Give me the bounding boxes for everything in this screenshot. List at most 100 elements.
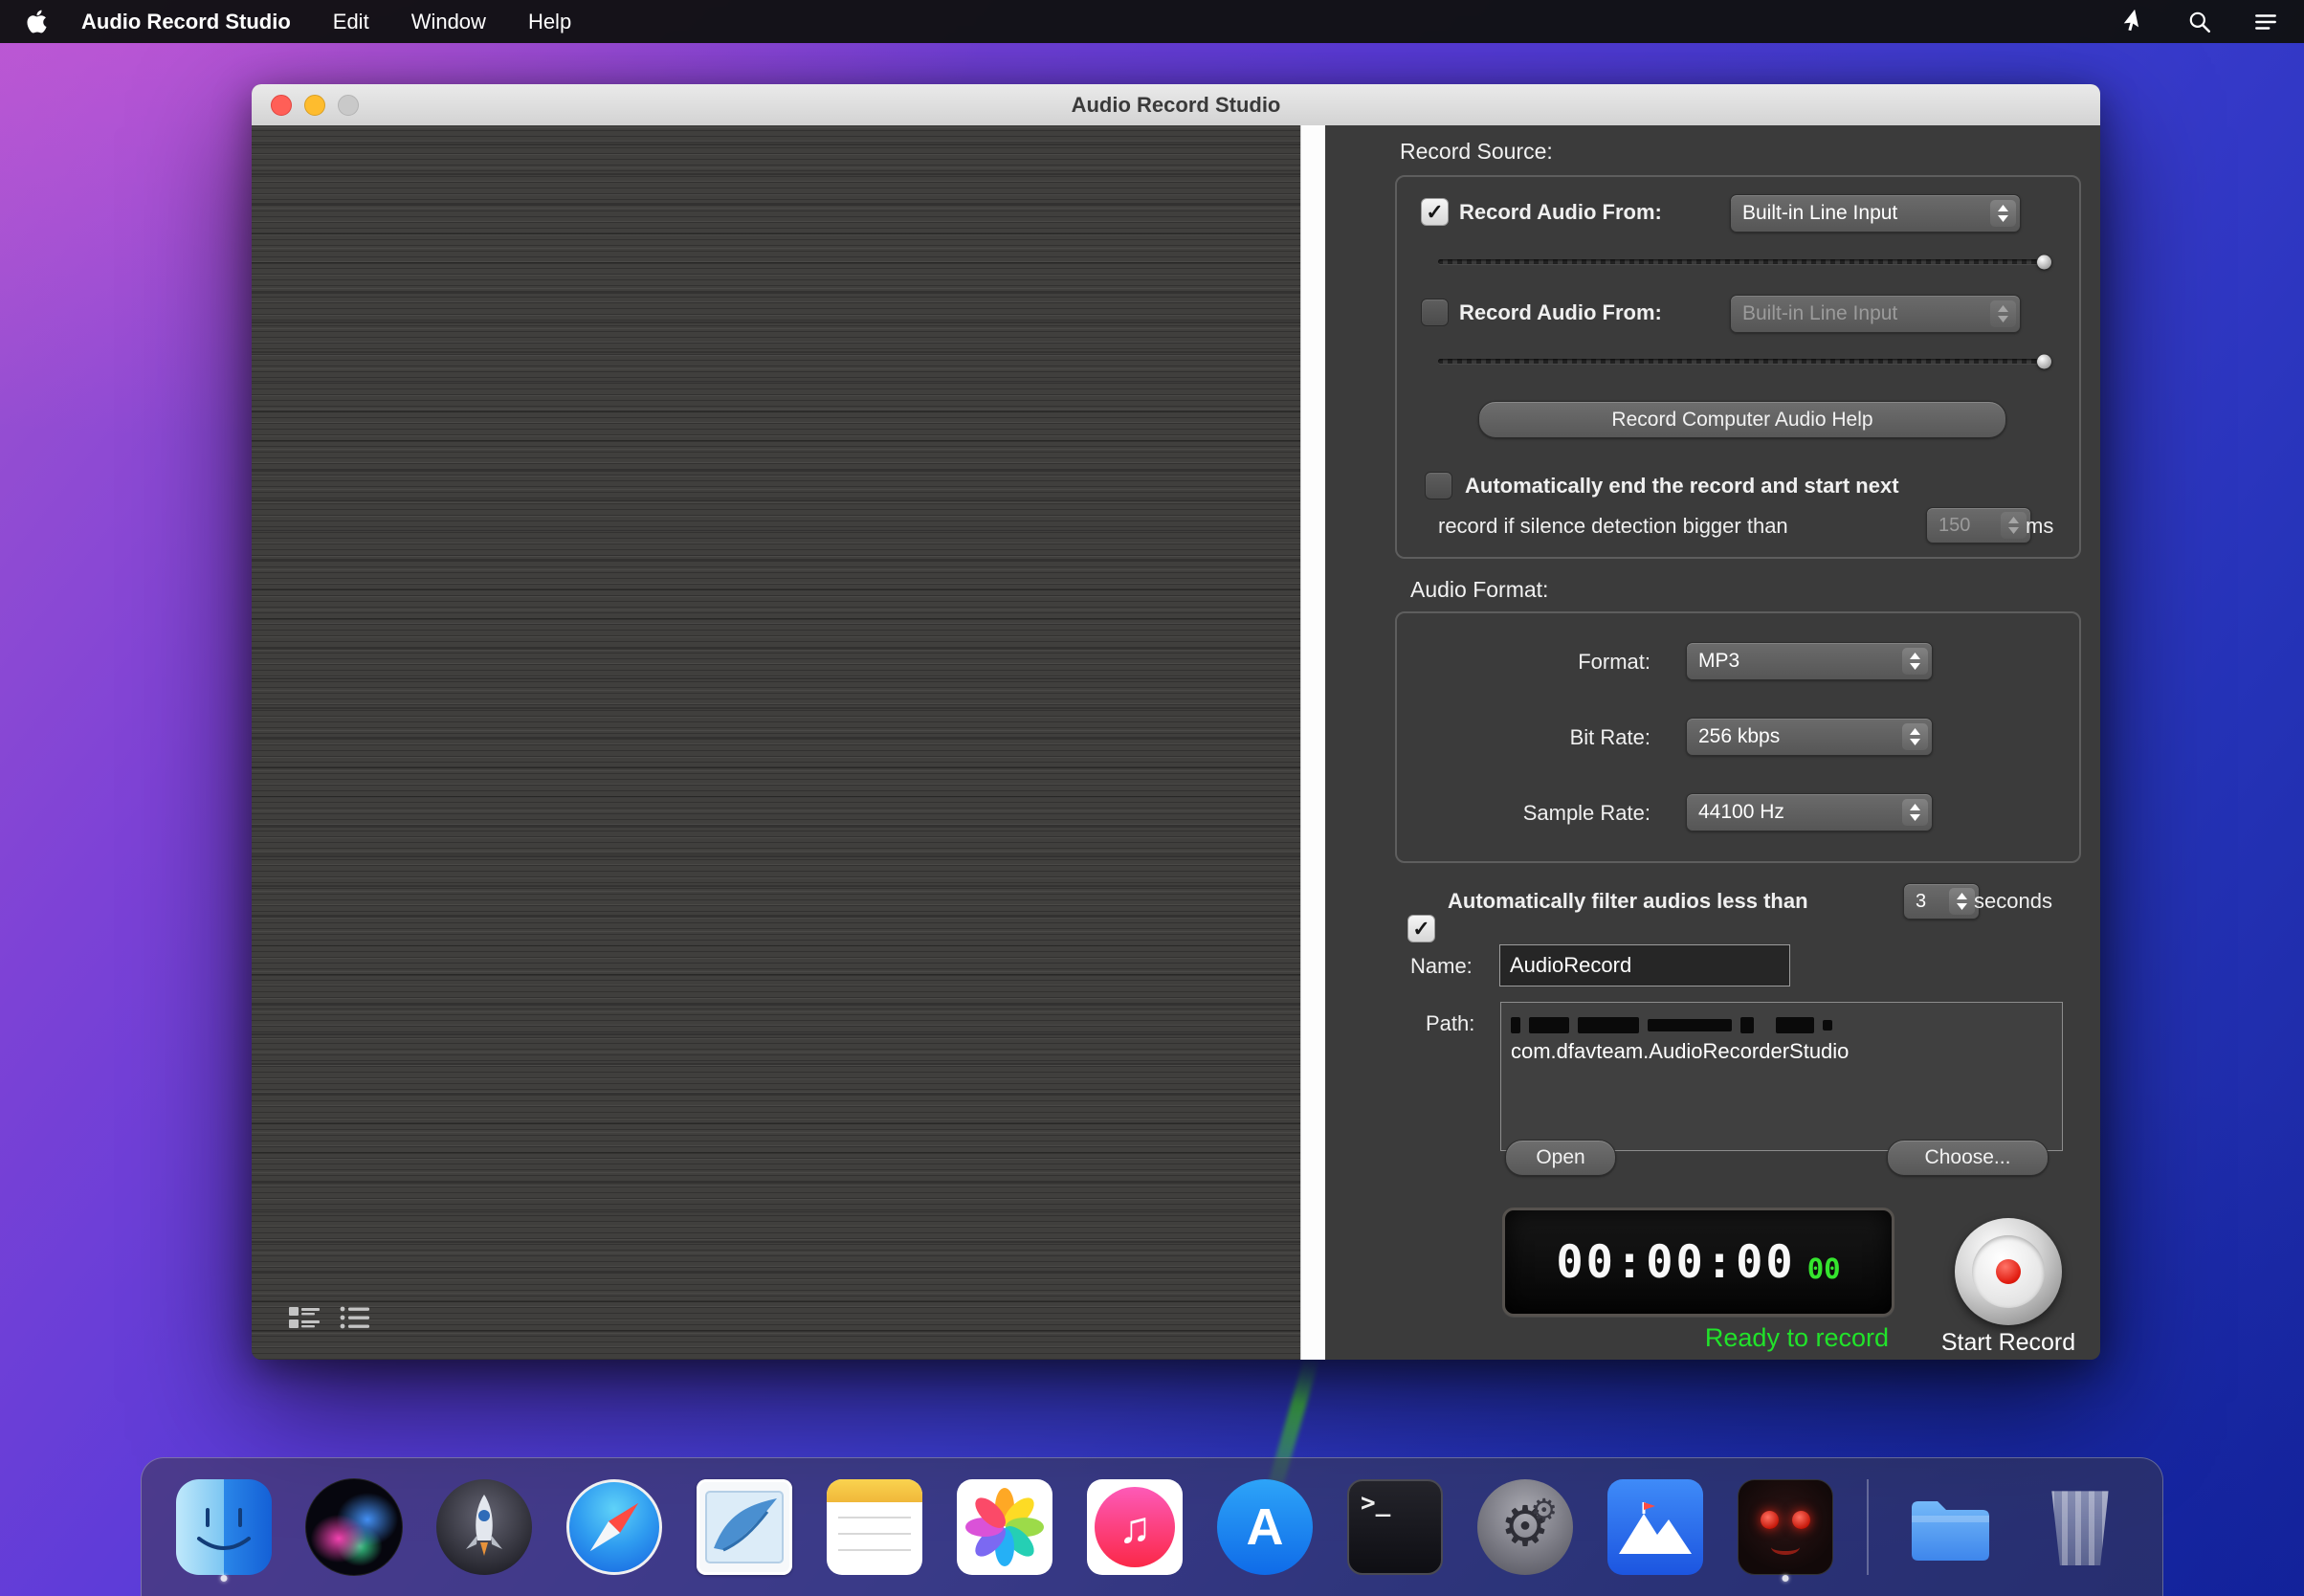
audio-record-studio-window: Audio Record Studio Record Source: — [252, 84, 2100, 1360]
dock: ♫ A >_ ⚙⚙ — [141, 1457, 2163, 1596]
bit-rate-dropdown[interactable]: 256 kbps — [1686, 718, 1933, 756]
dock-item-developer-app[interactable] — [1606, 1471, 1704, 1584]
pointer-icon[interactable] — [2122, 10, 2147, 34]
record-dot-icon — [1996, 1259, 2021, 1284]
dock-item-app-store[interactable]: A — [1216, 1471, 1314, 1584]
dock-item-photos[interactable] — [956, 1471, 1053, 1584]
dock-item-terminal[interactable]: >_ — [1346, 1471, 1444, 1584]
mountains-app-icon — [1607, 1479, 1703, 1575]
auto-end-unit: ms — [2026, 514, 2053, 539]
record-computer-audio-help-button[interactable]: Record Computer Audio Help — [1478, 401, 2006, 438]
menubar-app-name[interactable]: Audio Record Studio — [81, 10, 291, 34]
trash-icon — [2032, 1479, 2128, 1575]
search-icon[interactable] — [2187, 10, 2212, 34]
window-title: Audio Record Studio — [1072, 93, 1281, 118]
apple-menu[interactable] — [25, 10, 49, 33]
timer-display: 00:00:00 00 — [1502, 1208, 1894, 1317]
dock-item-utility[interactable]: ⚙⚙ — [1476, 1471, 1574, 1584]
record-source-1-label: Record Audio From: — [1459, 200, 1662, 225]
path-box[interactable]: com.dfavteam.AudioRecorderStudio — [1500, 1002, 2063, 1151]
dock-item-trash[interactable] — [2031, 1471, 2129, 1584]
music-icon: ♫ — [1087, 1479, 1183, 1575]
music-note-icon: ♫ — [1095, 1487, 1175, 1567]
record-source-1-dropdown[interactable]: Built-in Line Input — [1730, 194, 2021, 233]
silence-threshold-dropdown[interactable]: 150 — [1926, 507, 2031, 543]
zoom-button[interactable] — [338, 95, 359, 116]
start-record-button[interactable] — [1955, 1218, 2062, 1325]
timer-time: 00:00:00 — [1556, 1236, 1795, 1289]
status-text: Ready to record — [1502, 1323, 1889, 1353]
dock-item-audio-record-studio[interactable] — [1737, 1471, 1834, 1584]
running-indicator — [221, 1575, 228, 1582]
menu-window[interactable]: Window — [411, 10, 486, 34]
stepper-arrows-icon — [2001, 512, 2027, 539]
stepper-arrows-icon — [1902, 723, 1928, 750]
minimize-button[interactable] — [304, 95, 325, 116]
choose-button[interactable]: Choose... — [1887, 1140, 2049, 1176]
slider-knob[interactable] — [2037, 255, 2051, 269]
record-source-2-label: Record Audio From: — [1459, 300, 1662, 325]
auto-filter-label: Automatically filter audios less than — [1448, 889, 1808, 914]
dock-separator — [1867, 1479, 1869, 1575]
sample-rate-label: Sample Rate: — [1421, 801, 1650, 826]
dock-item-finder[interactable] — [175, 1471, 273, 1584]
dock-item-notes[interactable] — [826, 1471, 923, 1584]
dock-item-siri[interactable] — [305, 1471, 403, 1584]
record-source-2-checkbox[interactable] — [1421, 299, 1449, 326]
auto-end-checkbox[interactable] — [1425, 472, 1452, 499]
traffic-lights — [271, 84, 359, 125]
sample-rate-dropdown[interactable]: 44100 Hz — [1686, 793, 1933, 831]
name-input[interactable]: AudioRecord — [1499, 944, 1790, 986]
audio-record-studio-icon — [1738, 1479, 1833, 1575]
stepper-arrows-icon — [1902, 648, 1928, 675]
menu-edit[interactable]: Edit — [333, 10, 369, 34]
screen: Audio Record Studio Edit Window Help Aud… — [0, 0, 2304, 1596]
list-icon[interactable] — [2252, 10, 2279, 34]
bit-rate-label: Bit Rate: — [1421, 725, 1650, 750]
stepper-arrows-icon — [1990, 300, 2016, 327]
menu-help[interactable]: Help — [528, 10, 571, 34]
record-source-groupbox — [1395, 175, 2081, 559]
red-mouth-icon — [1771, 1540, 1800, 1555]
view-toggles — [288, 1305, 370, 1335]
grid-view-icon[interactable] — [288, 1305, 321, 1335]
recordings-list-area[interactable] — [252, 125, 1300, 1360]
control-panel: Record Source: Record Audio From: Built-… — [1325, 125, 2100, 1360]
close-button[interactable] — [271, 95, 292, 116]
auto-filter-unit: seconds — [1974, 889, 2052, 914]
name-label: Name: — [1410, 954, 1473, 979]
timer-frames: 00 — [1807, 1252, 1841, 1285]
app-store-icon: A — [1217, 1479, 1313, 1575]
audio-format-section-label: Audio Format: — [1410, 577, 1548, 603]
list-view-icon[interactable] — [340, 1305, 370, 1335]
launchpad-icon — [436, 1479, 532, 1575]
format-label: Format: — [1421, 650, 1650, 675]
red-eye-icon — [1761, 1511, 1779, 1529]
record-source-2-dropdown[interactable]: Built-in Line Input — [1730, 295, 2021, 333]
format-dropdown[interactable]: MP3 — [1686, 642, 1933, 680]
terminal-icon: >_ — [1347, 1479, 1443, 1575]
record-source-section-label: Record Source: — [1400, 139, 1553, 165]
dock-item-mail[interactable] — [696, 1471, 793, 1584]
window-title-bar[interactable]: Audio Record Studio — [252, 84, 2100, 126]
auto-filter-checkbox[interactable] — [1407, 915, 1435, 942]
dock-item-launchpad[interactable] — [435, 1471, 533, 1584]
red-eye-icon — [1792, 1511, 1810, 1529]
filter-seconds-dropdown[interactable]: 3 — [1903, 883, 1980, 920]
slider-knob[interactable] — [2037, 354, 2051, 368]
vertical-scrollbar[interactable] — [1300, 125, 1326, 1360]
path-label: Path: — [1426, 1011, 1474, 1036]
dock-item-folder[interactable] — [1901, 1471, 1999, 1584]
stepper-arrows-icon — [1902, 799, 1928, 826]
record-source-2-level-slider[interactable] — [1438, 359, 2047, 364]
safari-icon — [566, 1479, 662, 1575]
photos-icon — [957, 1479, 1052, 1575]
stepper-arrows-icon — [1990, 200, 2016, 227]
record-source-1-checkbox[interactable] — [1421, 198, 1449, 226]
finder-icon — [176, 1479, 272, 1575]
open-button[interactable]: Open — [1505, 1140, 1616, 1176]
dock-item-safari[interactable] — [565, 1471, 663, 1584]
folder-icon — [1902, 1479, 1998, 1575]
dock-item-music[interactable]: ♫ — [1086, 1471, 1184, 1584]
record-source-1-level-slider[interactable] — [1438, 259, 2047, 264]
